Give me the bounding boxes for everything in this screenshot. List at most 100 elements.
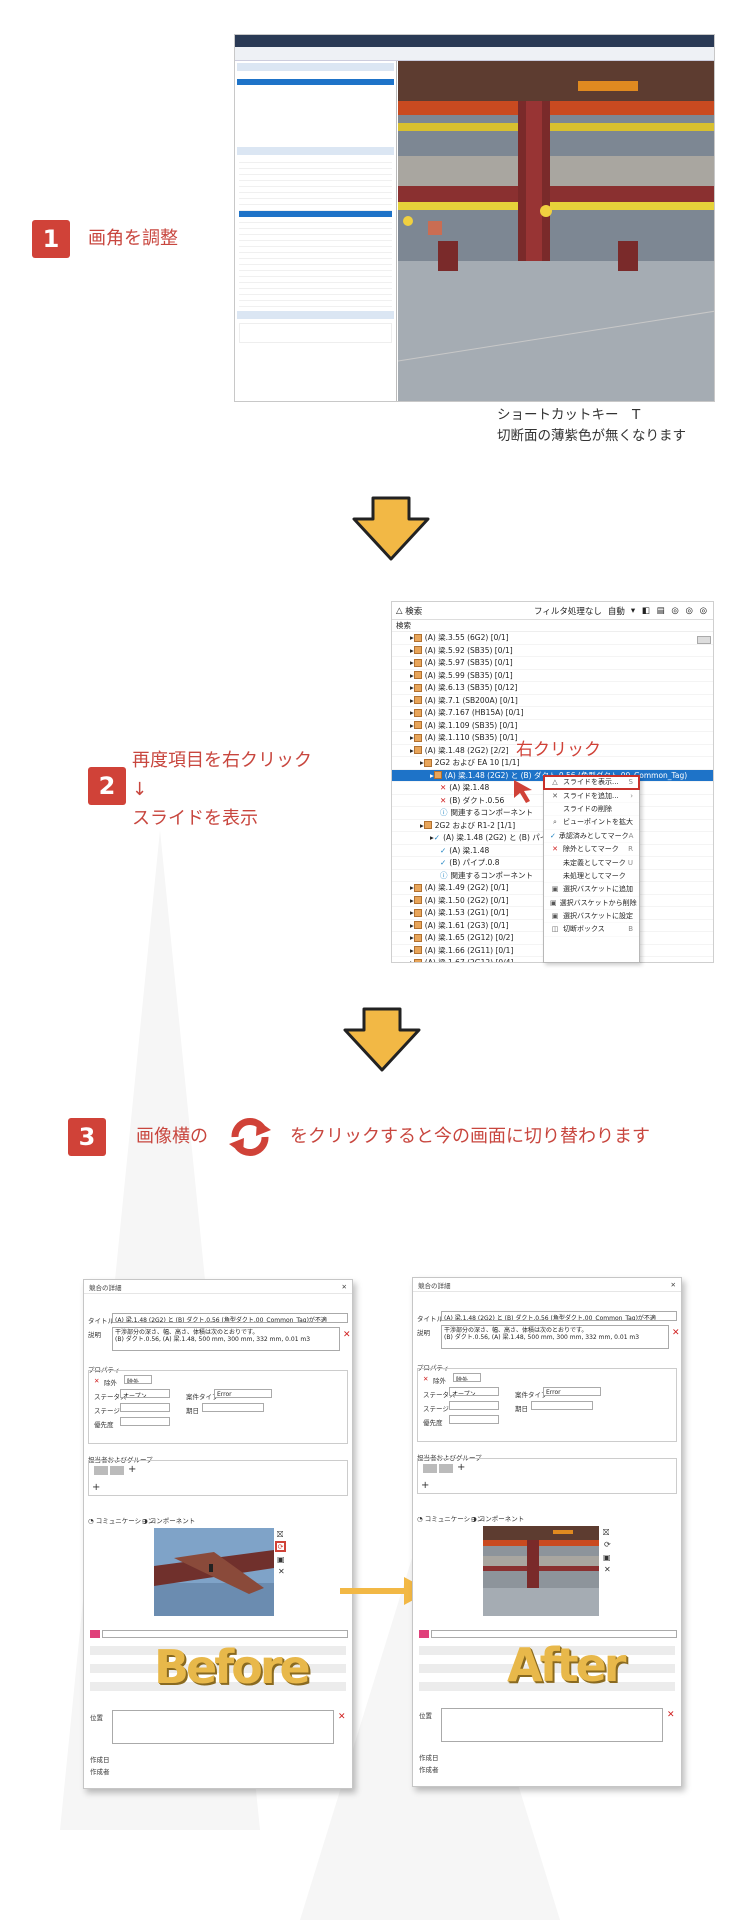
assignee-chip[interactable] (439, 1464, 453, 1473)
remove-slide-icon[interactable]: ✕ (278, 1567, 285, 1576)
tree-row-label: 関連するコンポーネント (450, 808, 534, 818)
close-icon[interactable]: ✕ (671, 1281, 676, 1289)
context-menu-item[interactable]: ▣ 選択バスケットから削除 (544, 897, 639, 910)
status-select[interactable]: オープン (120, 1389, 170, 1398)
shortcut-note: ショートカットキー T (497, 407, 641, 423)
refresh-icon[interactable]: ⟳ (604, 1540, 611, 1549)
tree-row[interactable]: ▸ (A) 梁.5.97 (SB35) [0/1] (392, 657, 713, 670)
component-icon: ◑ (471, 1515, 479, 1523)
tree-row[interactable]: ▸ (A) 梁.6.13 (SB35) [0/12] (392, 682, 713, 695)
title-input[interactable]: (A) 梁.1.48 (2G2) と (B) ダクト.0.56 (角型ダクト.0… (441, 1311, 677, 1321)
context-menu: △ スライドを表示... S ✕ スライドを追加... › スライドの削除 ⌕ ビューポイントを… (543, 774, 640, 963)
image-icon[interactable]: ▣ (277, 1555, 285, 1564)
3d-viewport[interactable] (398, 61, 714, 401)
refresh-icon[interactable]: ⟳ (275, 1541, 286, 1552)
tree-row-label: (A) 梁.3.55 (6G2) [0/1] (424, 633, 509, 643)
context-menu-item[interactable]: △ スライドを表示... S (543, 774, 640, 791)
delete-icon[interactable]: ✕ (667, 1710, 675, 1720)
after-caption: After (507, 1638, 626, 1692)
type-select[interactable]: Error (543, 1387, 601, 1396)
description-input[interactable]: 干渉部分の深さ、幅、高さ、体積は次のとおりです。 (B) ダクト.0.56, (… (112, 1327, 340, 1351)
scrollbar-thumb[interactable] (697, 636, 711, 644)
context-menu-shortcut: S (628, 778, 633, 787)
assignee-chip[interactable] (94, 1466, 108, 1475)
delete-icon[interactable]: ✕ (672, 1328, 680, 1338)
color-swatch[interactable] (419, 1630, 429, 1638)
due-date-input[interactable] (531, 1401, 593, 1410)
tree-row-label: (A) 梁.5.99 (SB35) [0/1] (424, 670, 513, 680)
title-input[interactable]: (A) 梁.1.48 (2G2) と (B) ダクト.0.56 (角型ダクト.0… (112, 1313, 348, 1323)
image-icon[interactable]: ▣ (603, 1553, 611, 1562)
down-arrow-icon (343, 1007, 421, 1072)
assignee-chip[interactable] (110, 1466, 124, 1475)
context-menu-item[interactable]: スライドの削除 (544, 803, 639, 817)
tree-row[interactable]: ▸ (A) 梁.7.1 (SB200A) [0/1] (392, 695, 713, 707)
context-menu-item[interactable]: ✕ スライドを追加... › (544, 789, 639, 803)
rejected-icon: ✕ (440, 783, 447, 793)
section-box-icon[interactable]: ⛝ (277, 1530, 283, 1540)
tree-row[interactable]: ▸ (A) 梁.1.109 (SB35) [0/1] (392, 720, 713, 732)
stage-select[interactable] (449, 1401, 499, 1410)
folder-icon (413, 671, 422, 680)
context-menu-item[interactable]: 未定義としてマーク U (544, 856, 639, 870)
color-swatch[interactable] (90, 1630, 100, 1638)
state-select[interactable]: 除外 (453, 1373, 481, 1382)
stage-select[interactable] (120, 1403, 170, 1412)
description-line: 干渉部分の深さ、幅、高さ、体積は次のとおりです。 (115, 1329, 259, 1336)
add-assignee-icon[interactable]: + (128, 1464, 136, 1475)
comment-input[interactable] (431, 1630, 677, 1638)
info-icon: ⓘ (440, 870, 448, 880)
context-menu-item[interactable]: ✓ 承認済みとしてマーク A (544, 830, 639, 843)
priority-select[interactable] (120, 1417, 170, 1426)
tree-row[interactable]: ▸ (A) 梁.3.55 (6G2) [0/1] (392, 632, 713, 645)
toolbar-icons[interactable]: ▾ ◧ ▤ ◎ ◎ ◎ (631, 606, 709, 616)
context-menu-item[interactable]: 未処理としてマーク (544, 870, 639, 884)
assignee-chip[interactable] (423, 1464, 437, 1473)
context-menu-label: ビューポイントを拡大 (563, 818, 633, 827)
basket-icon: ▣ (551, 885, 559, 894)
slide-icon: △ (552, 778, 558, 787)
add-group-icon[interactable]: + (92, 1482, 100, 1493)
exclude-icon: ✕ (423, 1375, 429, 1383)
created-label: 作成日 (419, 1754, 439, 1762)
tree-row[interactable]: ▸ (A) 梁.5.92 (SB35) [0/1] (392, 645, 713, 657)
due-label: 期日 (186, 1407, 199, 1415)
description-input[interactable]: 干渉部分の深さ、幅、高さ、体積は次のとおりです。 (B) ダクト.0.56, (… (441, 1325, 669, 1349)
folder-icon (413, 633, 422, 642)
filter-dropdown[interactable]: フィルタ処理なし (534, 605, 602, 617)
context-menu-item[interactable]: ▣ 選択バスケットに設定 (544, 910, 639, 924)
location-input[interactable] (441, 1708, 663, 1742)
context-menu-item[interactable]: ▣ 選択バスケットに追加 (544, 883, 639, 897)
slide-thumbnail[interactable] (483, 1526, 599, 1616)
basket-icon: ▣ (551, 912, 559, 921)
context-menu-item[interactable]: ✕ 除外としてマーク R (544, 843, 639, 857)
context-menu-item[interactable]: ◫ 切断ボックス B (544, 923, 639, 937)
add-assignee-icon[interactable]: + (457, 1462, 465, 1473)
tree-row[interactable]: ▸ (A) 梁.5.99 (SB35) [0/1] (392, 670, 713, 682)
context-menu-item[interactable]: ⌕ ビューポイントを拡大 (544, 816, 639, 830)
slide-thumbnail[interactable] (154, 1528, 274, 1616)
comment-input[interactable] (102, 1630, 348, 1638)
step-1-label: 画角を調整 (88, 228, 178, 249)
description-label: 説明 (417, 1329, 430, 1337)
location-input[interactable] (112, 1710, 334, 1744)
section-box-icon[interactable]: ⛝ (603, 1528, 609, 1538)
add-group-icon[interactable]: + (421, 1480, 429, 1491)
tab-components[interactable]: ◑ コンポーネント (471, 1513, 524, 1523)
delete-icon[interactable]: ✕ (338, 1712, 346, 1722)
state-select[interactable]: 除外 (124, 1375, 152, 1384)
context-menu-label: 承認済みとしてマーク (558, 831, 629, 840)
priority-select[interactable] (449, 1415, 499, 1424)
author-label: 作成者 (90, 1768, 110, 1776)
description-line: 干渉部分の深さ、幅、高さ、体積は次のとおりです。 (444, 1327, 588, 1334)
status-select[interactable]: オープン (449, 1387, 499, 1396)
remove-slide-icon[interactable]: ✕ (604, 1565, 611, 1574)
type-select[interactable]: Error (214, 1389, 272, 1398)
tree-row[interactable]: ▸ (A) 梁.7.167 (HB15A) [0/1] (392, 707, 713, 720)
auto-dropdown[interactable]: 自動 (608, 605, 625, 617)
delete-icon[interactable]: ✕ (343, 1330, 351, 1340)
due-date-input[interactable] (202, 1403, 264, 1412)
tree-row-label: (A) 梁.1.48 (449, 783, 490, 793)
close-icon[interactable]: ✕ (342, 1283, 347, 1291)
tab-components[interactable]: ◑ コンポーネント (142, 1515, 195, 1525)
